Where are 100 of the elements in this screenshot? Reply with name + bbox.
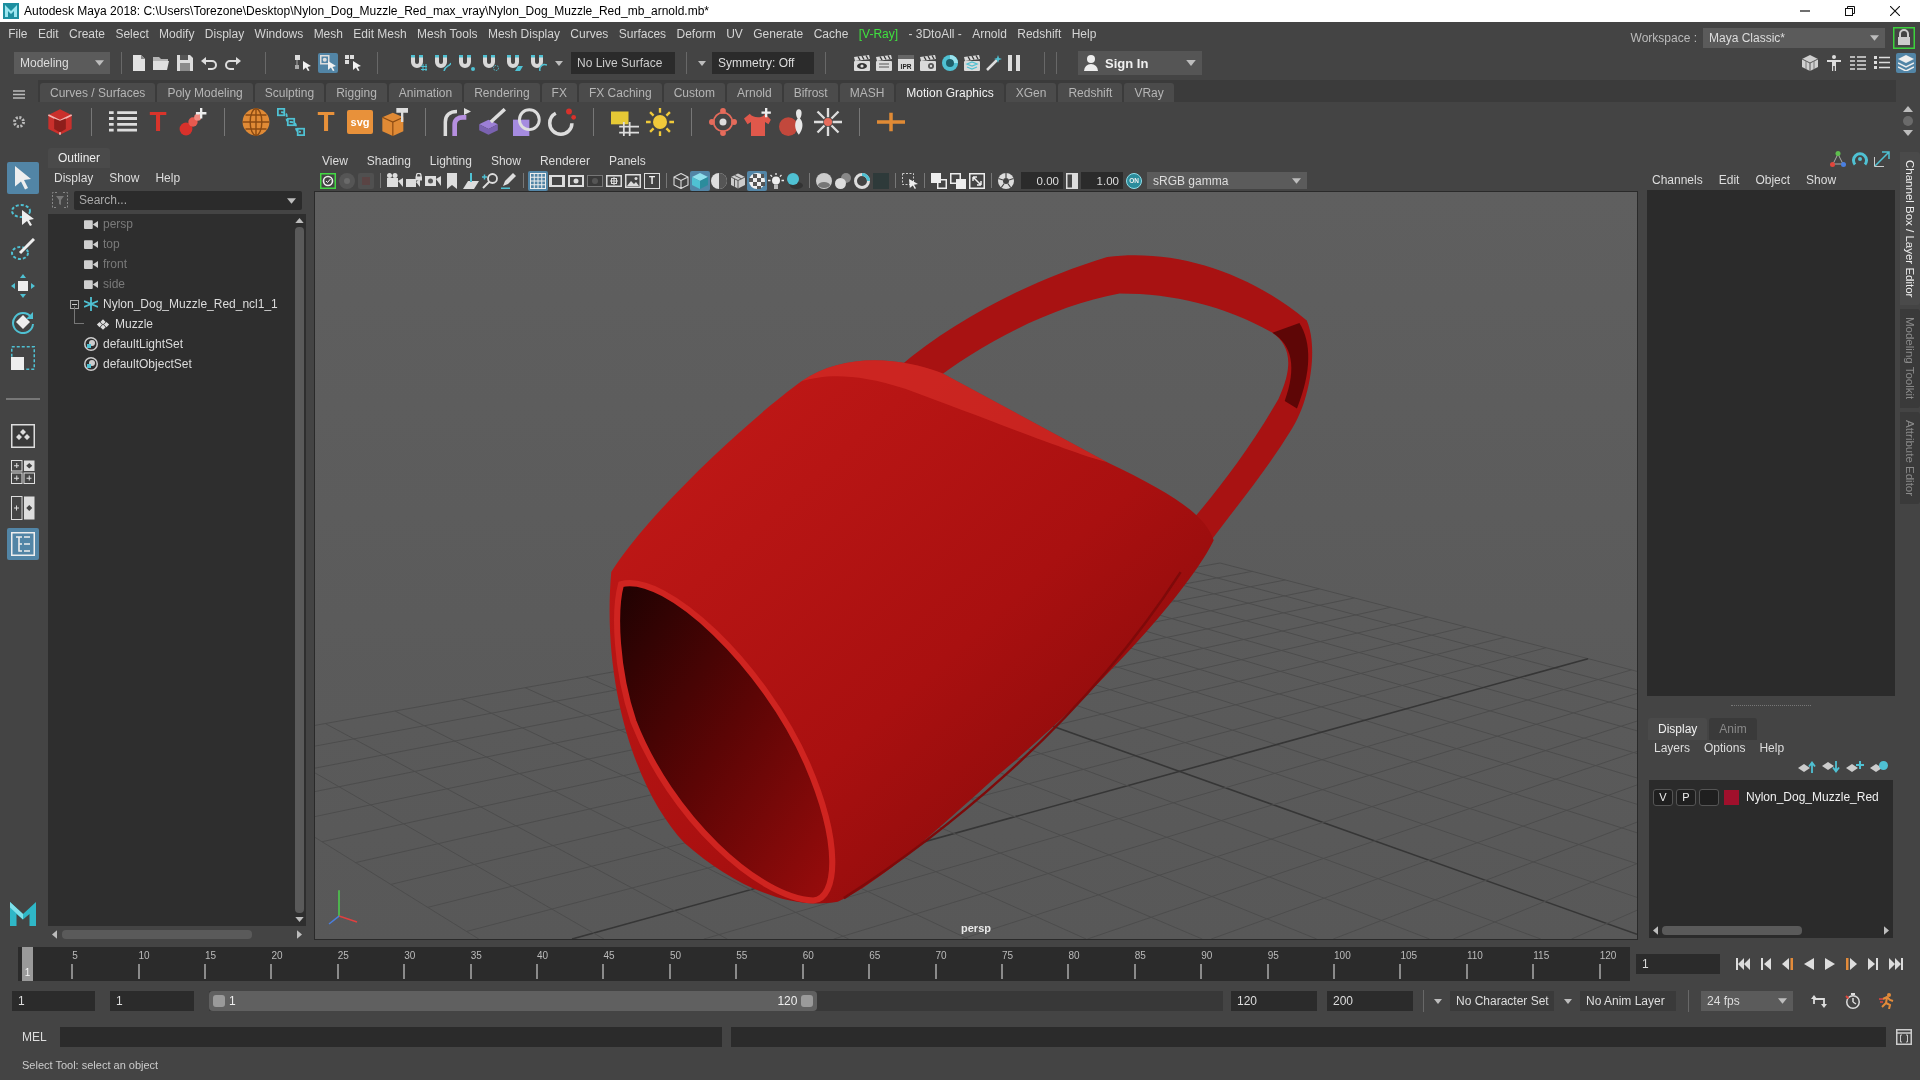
step-back-icon[interactable] [1761, 958, 1771, 970]
range-slider-track[interactable]: 1 120 [209, 991, 1223, 1011]
menu-item[interactable]: Select [110, 27, 154, 41]
checker-icon[interactable] [747, 170, 767, 191]
shelf-tab[interactable]: Motion Graphics [896, 83, 1004, 102]
menu-item[interactable]: Show [490, 154, 521, 168]
wand-icon[interactable] [986, 55, 1002, 71]
menu-item[interactable]: Redshift [1012, 27, 1067, 41]
scrollbar-thumb[interactable] [294, 227, 304, 913]
sign-in-button[interactable]: Sign In [1078, 51, 1202, 75]
folder-icon[interactable] [153, 56, 169, 70]
arrow-up-icon[interactable] [294, 218, 304, 223]
menu-item[interactable]: Shading [366, 154, 411, 168]
live-surface-field[interactable]: No Live Surface [571, 52, 675, 74]
layer-editor-tab[interactable]: Display [1648, 718, 1708, 740]
axes-icon[interactable] [1830, 151, 1846, 167]
magnet-curve-icon[interactable] [435, 55, 451, 71]
cursor-squares-icon[interactable] [345, 55, 361, 71]
muzzle-model-drawing[interactable] [609, 255, 1313, 904]
menu-item[interactable]: Mesh Display [482, 27, 566, 41]
node-path-icon[interactable] [277, 108, 305, 136]
resize-icon[interactable] [969, 172, 985, 189]
anim-layer-dropdown[interactable]: No Anim Layer [1580, 991, 1676, 1011]
cube-grid-icon[interactable] [1802, 55, 1818, 71]
caret-icon[interactable] [287, 197, 296, 204]
scrollbar-thumb[interactable] [1662, 925, 1802, 935]
menu-item[interactable]: Mesh Tools [411, 27, 483, 41]
key-back-icon[interactable] [1782, 958, 1793, 970]
shadow-sphere-icon[interactable] [787, 172, 803, 189]
menu-item[interactable]: Create [63, 27, 111, 41]
shelf-tab[interactable]: Animation [388, 83, 463, 102]
burst-icon[interactable] [814, 108, 842, 136]
sphere-icon[interactable] [942, 55, 958, 71]
outliner-item[interactable]: defaultObjectSet [103, 357, 192, 371]
shelf-tab[interactable]: Arnold [726, 83, 782, 102]
shelf-tab[interactable]: Sculpting [254, 83, 325, 102]
page-icon[interactable] [133, 55, 145, 71]
shelf-tab[interactable]: Curves / Surfaces [40, 83, 156, 102]
magnifier-icon[interactable] [482, 172, 498, 189]
restore-icon[interactable] [1845, 6, 1855, 16]
menu-item[interactable]: Deform [671, 27, 721, 41]
menu-item[interactable]: Edit [1718, 173, 1740, 187]
menu-item[interactable]: Display [54, 171, 94, 185]
menu-item[interactable]: File [3, 27, 33, 41]
menu-item[interactable]: View [322, 154, 348, 168]
ring-arrow-icon[interactable] [1852, 151, 1868, 167]
menu-item[interactable]: Help [1759, 741, 1785, 755]
clapper-icon[interactable] [876, 55, 892, 71]
circle-square-icon[interactable] [513, 108, 541, 136]
start-frame-field[interactable]: 1 [12, 991, 95, 1011]
shelf-tab[interactable]: Redshift [1058, 83, 1123, 102]
sphere-icon[interactable] [816, 172, 832, 189]
grid-icon[interactable] [528, 170, 548, 191]
shelf-tab[interactable]: FX Caching [578, 83, 662, 102]
menu-item[interactable]: Channels [1652, 173, 1703, 187]
camera-lock-icon[interactable] [406, 172, 422, 189]
layer-arrow-down-icon[interactable] [1822, 761, 1840, 773]
mode-dropdown[interactable]: Modeling [14, 52, 110, 74]
two-spheres-icon[interactable] [835, 172, 851, 189]
character-set-dropdown[interactable]: No Character Set [1450, 991, 1554, 1011]
visibility-toggle[interactable]: V [1653, 788, 1673, 806]
arrow-down-icon[interactable] [1903, 130, 1913, 136]
menu-item[interactable]: Object [1755, 173, 1791, 187]
caret-icon[interactable] [555, 60, 563, 66]
magnet-arc-icon[interactable] [531, 55, 547, 71]
pencil-icon[interactable] [501, 172, 517, 189]
viewport-background[interactable]: persp [314, 191, 1638, 940]
menu-item[interactable]: Options [1704, 741, 1746, 755]
collapse-icon[interactable] [70, 299, 79, 309]
layers-icon[interactable] [1896, 53, 1916, 73]
skip-back-icon[interactable] [1736, 958, 1750, 970]
menu-item[interactable]: Curves [565, 27, 614, 41]
command-input-field[interactable] [60, 1027, 722, 1047]
menu-item[interactable]: Panels [608, 154, 646, 168]
fps-dropdown[interactable]: 24 fps [1701, 991, 1793, 1011]
key-forward-icon[interactable] [1846, 958, 1857, 970]
shelf-tab[interactable]: Rigging [326, 83, 387, 102]
image-frame-icon[interactable] [625, 172, 641, 189]
layer-name[interactable]: Nylon_Dog_Muzzle_Red [1746, 790, 1879, 804]
menu-item[interactable]: Help [1066, 27, 1102, 41]
bookmark-icon[interactable] [444, 172, 460, 189]
arrow-down-icon[interactable] [294, 917, 304, 922]
checklist-icon[interactable] [1874, 55, 1890, 71]
menu-item[interactable]: Mesh [308, 27, 349, 41]
close-icon[interactable] [1890, 6, 1900, 16]
cursor-hierarchy-icon[interactable] [295, 55, 311, 71]
gear-icon[interactable] [13, 116, 25, 128]
camera-frame-icon[interactable] [320, 172, 336, 189]
menu-item[interactable]: Surfaces [613, 27, 672, 41]
arrow-right-icon[interactable] [1884, 925, 1889, 935]
box-hammer-icon[interactable] [380, 108, 408, 136]
outliner-item[interactable]: Muzzle [115, 317, 153, 331]
outliner-tab[interactable]: Outliner [48, 148, 111, 168]
arrow-up-icon[interactable] [1903, 106, 1913, 112]
shelf-tab[interactable]: Rendering [464, 83, 540, 102]
play-icon[interactable] [1825, 958, 1835, 970]
time-slider[interactable]: 5 10 15 20 25 30 35 40 45 50 55 60 65 70 75 80 85 90 95 100 105 110 115 120 1 [18, 947, 1630, 981]
shelf-tab[interactable]: FX [541, 83, 577, 102]
caret-icon[interactable] [1434, 998, 1442, 1004]
shelf-tab[interactable]: XGen [1005, 83, 1057, 102]
